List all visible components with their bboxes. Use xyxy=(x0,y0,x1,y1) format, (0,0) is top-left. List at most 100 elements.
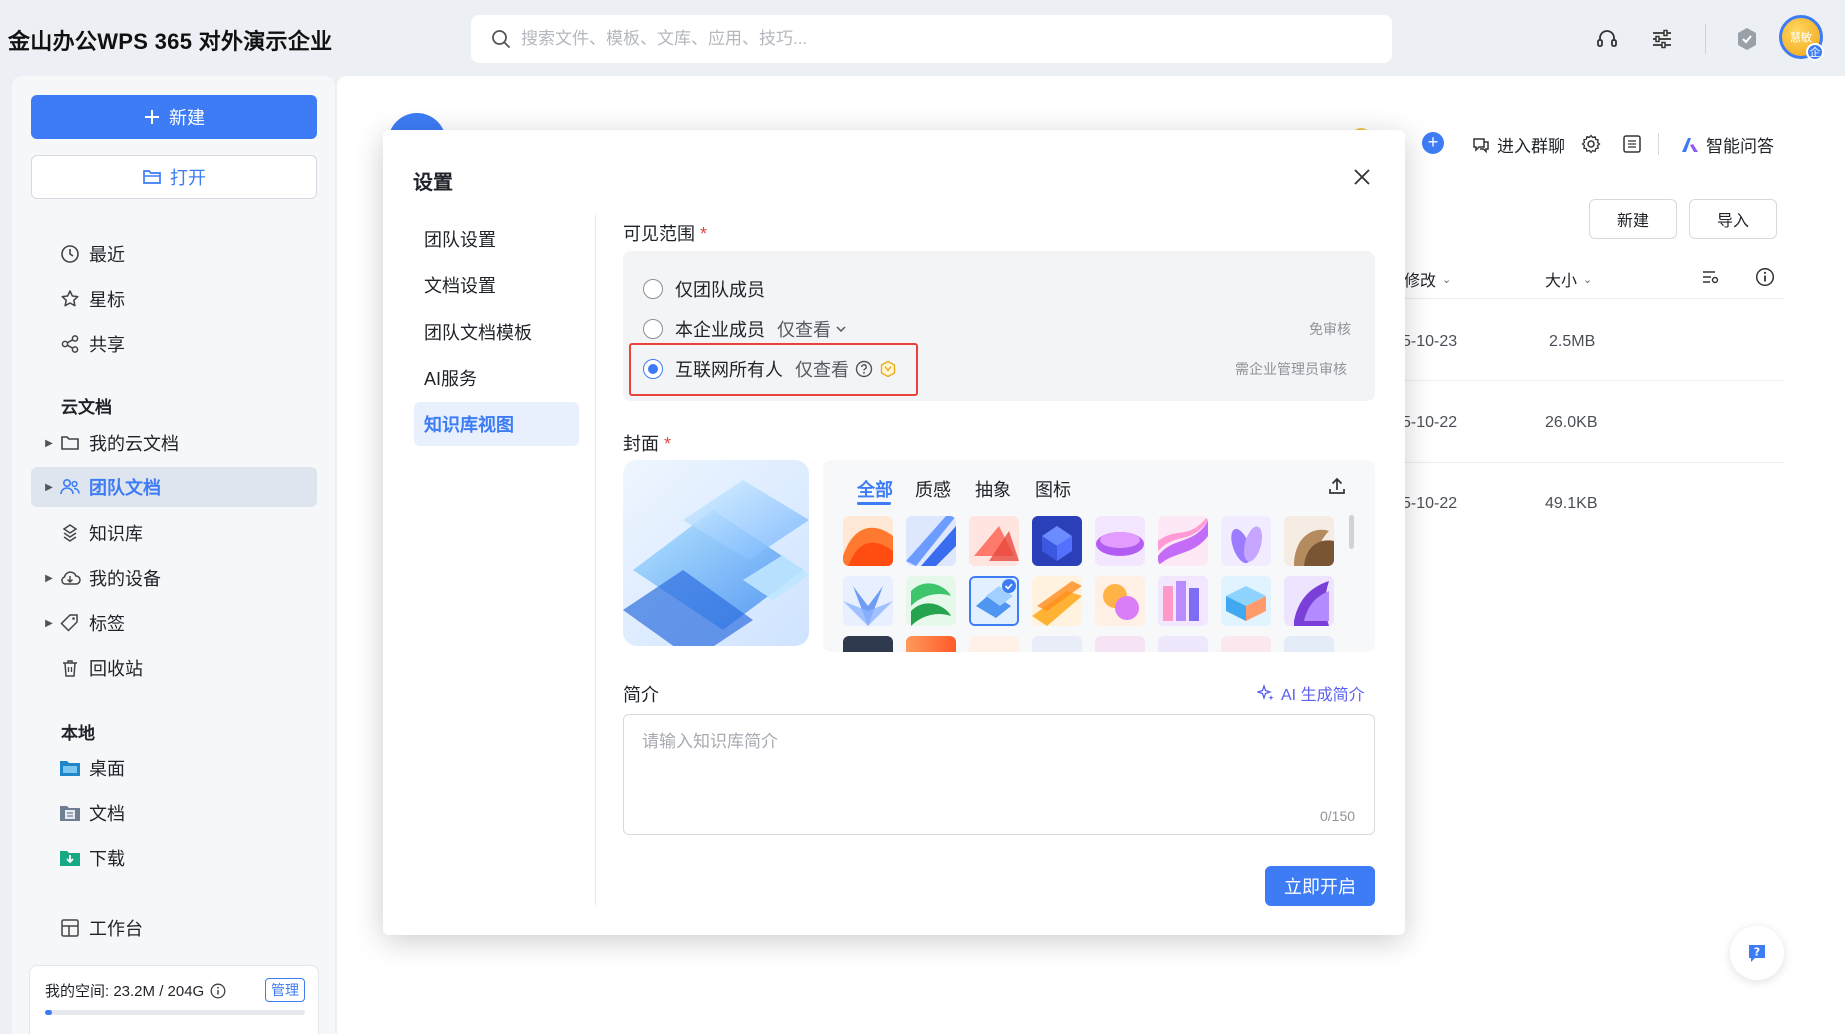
expand-arrow-icon[interactable]: ▶ xyxy=(41,482,57,493)
column-settings-icon[interactable] xyxy=(1700,267,1720,287)
column-size[interactable]: 大小 ⌄ xyxy=(1545,267,1592,291)
help-button[interactable]: ? xyxy=(1730,926,1784,980)
app-shield-icon[interactable] xyxy=(1730,22,1764,56)
svg-text:?: ? xyxy=(1754,946,1760,959)
cover-thumbnail[interactable] xyxy=(1284,516,1334,566)
storage-bar-fill xyxy=(45,1010,52,1015)
row-divider xyxy=(1398,380,1784,381)
cover-thumbnail[interactable] xyxy=(843,516,893,566)
ai-generate-intro-button[interactable]: AI 生成简介 xyxy=(1257,681,1365,705)
cover-thumbnail[interactable] xyxy=(1284,636,1334,652)
cover-thumbnail[interactable] xyxy=(906,636,956,652)
add-member-icon[interactable]: + xyxy=(1422,132,1444,154)
cover-thumbnail[interactable] xyxy=(906,516,956,566)
cover-tab-icon[interactable]: 图标 xyxy=(1035,476,1071,502)
scrollbar[interactable] xyxy=(1349,515,1354,549)
expand-arrow-icon[interactable]: ▶ xyxy=(41,618,57,629)
permission-dropdown[interactable]: 仅查看 xyxy=(777,316,847,342)
cover-thumbnail[interactable] xyxy=(1095,516,1145,566)
new-button[interactable]: 新建 xyxy=(31,95,317,139)
option-note: 需企业管理员审核 xyxy=(1235,361,1347,377)
cover-thumbnail[interactable] xyxy=(1032,636,1082,652)
smart-qa-button[interactable]: 智能问答 xyxy=(1680,132,1774,157)
cover-thumbnail[interactable] xyxy=(969,516,1019,566)
settings-sliders-icon[interactable] xyxy=(1645,22,1679,56)
cover-thumbnail[interactable] xyxy=(1221,516,1271,566)
cover-thumbnail[interactable] xyxy=(969,636,1019,652)
required-mark: * xyxy=(700,224,708,244)
sidebar-item-trash[interactable]: 回收站 xyxy=(31,648,317,688)
highlight-box xyxy=(629,343,918,396)
intro-field[interactable] xyxy=(623,714,1375,835)
cover-thumbnail[interactable] xyxy=(906,576,956,626)
cover-thumbnail[interactable] xyxy=(1221,576,1271,626)
sidebar-item-label: 我的云文档 xyxy=(89,434,179,454)
cover-thumbnail[interactable] xyxy=(843,576,893,626)
sidebar-item-documents[interactable]: 文档 xyxy=(31,793,317,833)
sidebar-item-my-devices[interactable]: ▶ 我的设备 xyxy=(31,558,317,598)
enable-now-button[interactable]: 立即开启 xyxy=(1265,866,1375,906)
sidebar-item-workbench[interactable]: 工作台 xyxy=(31,908,317,948)
header-divider xyxy=(1658,133,1659,155)
open-button[interactable]: 打开 xyxy=(31,155,317,199)
manage-button[interactable]: 管理 xyxy=(265,978,305,1002)
enter-group-chat-button[interactable]: 进入群聊 xyxy=(1471,132,1565,157)
folder-icon xyxy=(59,432,81,454)
sidebar-item-tags[interactable]: ▶ 标签 xyxy=(31,603,317,643)
search-bar[interactable] xyxy=(471,15,1392,63)
sidebar-item-my-cloud[interactable]: ▶ 我的云文档 xyxy=(31,423,317,463)
sidebar-item-share[interactable]: 共享 xyxy=(31,324,317,364)
cover-thumbnail[interactable] xyxy=(1221,636,1271,652)
cover-thumbnail[interactable] xyxy=(1158,636,1208,652)
cover-tab-all[interactable]: 全部 xyxy=(857,476,893,502)
expand-arrow-icon[interactable]: ▶ xyxy=(41,573,57,584)
sidebar-item-knowledge[interactable]: 知识库 xyxy=(31,513,317,553)
new-file-button[interactable]: 新建 xyxy=(1589,199,1677,239)
column-modified[interactable]: 修改 ⌄ xyxy=(1404,267,1451,291)
sidebar-item-desktop[interactable]: 桌面 xyxy=(31,748,317,788)
knowledge-icon xyxy=(59,522,81,544)
cover-label: 封面 * xyxy=(623,430,671,456)
app-title: 金山办公WPS 365 对外演示企业 xyxy=(8,29,333,54)
cover-thumbnail[interactable] xyxy=(1095,636,1145,652)
cover-thumbnail[interactable] xyxy=(1032,516,1082,566)
row-modified-date: 5-10-22 xyxy=(1402,495,1458,512)
cover-tab-texture[interactable]: 质感 xyxy=(915,476,951,502)
gear-icon[interactable] xyxy=(1580,133,1602,155)
radio-button[interactable] xyxy=(643,279,663,299)
cover-thumbnail[interactable] xyxy=(1284,576,1334,626)
cover-thumbnail[interactable] xyxy=(843,636,893,652)
cover-tab-abstract[interactable]: 抽象 xyxy=(975,476,1011,502)
sidebar-item-label: 下载 xyxy=(89,849,125,869)
expand-arrow-icon[interactable]: ▶ xyxy=(41,438,57,449)
list-view-icon[interactable] xyxy=(1621,133,1643,155)
dialog-nav-team-settings[interactable]: 团队设置 xyxy=(414,217,579,261)
cover-thumbnail-selected[interactable] xyxy=(969,576,1019,626)
import-button[interactable]: 导入 xyxy=(1689,199,1777,239)
close-icon[interactable] xyxy=(1347,162,1377,192)
intro-textarea[interactable] xyxy=(642,727,1352,797)
option-team-only[interactable]: 仅团队成员 xyxy=(643,276,765,302)
sidebar-item-star[interactable]: 星标 xyxy=(31,279,317,319)
sidebar xyxy=(12,76,335,1034)
cover-thumbnail[interactable] xyxy=(1158,576,1208,626)
upload-icon[interactable] xyxy=(1327,476,1347,496)
info-icon[interactable] xyxy=(1755,267,1775,287)
cover-label-text: 封面 xyxy=(623,434,659,454)
cover-thumbnail[interactable] xyxy=(1158,516,1208,566)
cover-thumbnail[interactable] xyxy=(1095,576,1145,626)
cover-thumbnail[interactable] xyxy=(1032,576,1082,626)
sidebar-item-team-docs[interactable]: ▶ 团队文档 xyxy=(31,467,317,507)
cloud-device-icon xyxy=(59,567,81,589)
dialog-nav-doc-settings[interactable]: 文档设置 xyxy=(414,263,579,307)
info-icon[interactable] xyxy=(210,983,226,999)
dialog-nav-team-templates[interactable]: 团队文档模板 xyxy=(414,310,579,354)
headset-icon[interactable] xyxy=(1590,22,1624,56)
sidebar-item-downloads[interactable]: 下载 xyxy=(31,838,317,878)
sidebar-item-recent[interactable]: 最近 xyxy=(31,234,317,274)
option-enterprise-members[interactable]: 本企业成员 仅查看 xyxy=(643,316,847,342)
dialog-nav-ai-service[interactable]: AI服务 xyxy=(414,356,579,400)
radio-button[interactable] xyxy=(643,319,663,339)
search-input[interactable] xyxy=(521,29,1321,49)
dialog-nav-knowledge-view[interactable]: 知识库视图 xyxy=(414,402,579,446)
